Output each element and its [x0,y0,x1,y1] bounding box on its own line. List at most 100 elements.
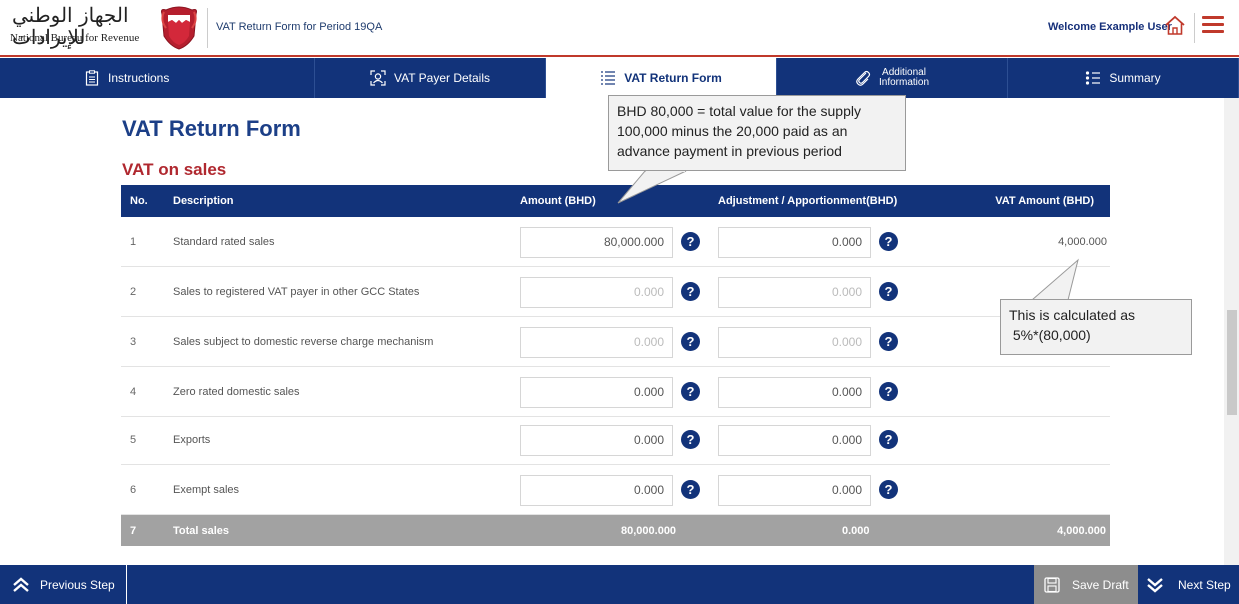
save-draft-button[interactable]: Save Draft [1034,565,1138,604]
tab-vat-return-form[interactable]: VAT Return Form [546,58,777,98]
amount-explanation-callout: BHD 80,000 = total value for the supply … [608,95,906,171]
table-row: 3 Sales subject to domestic reverse char… [121,317,1110,367]
total-vat-amount: 4,000.000 [1057,525,1106,537]
column-header-no: No. [130,195,148,207]
column-header-adjustment: Adjustment / Apportionment(BHD) [718,195,898,207]
callout-line: BHD 80,000 = total value for the supply [617,103,861,119]
adjustment-input[interactable]: 0.000 [718,475,871,506]
callout-line: This is calculated as [1009,307,1136,323]
total-row: 7 Total sales 80,000.000 0.000 4,000.000 [121,515,1110,546]
table-row: 6 Exempt sales 0.000 ? 0.000 ? [121,465,1110,515]
amount-help-icon[interactable]: ? [681,282,700,301]
floppy-disk-icon [1044,576,1060,593]
row-number: 6 [130,484,137,496]
double-chevron-down-icon [1147,577,1163,593]
bulleted-list-icon [1086,71,1101,85]
header-divider-right [1194,13,1195,43]
row-description: Sales subject to domestic reverse charge… [173,336,434,348]
amount-help-icon[interactable]: ? [681,232,700,251]
previous-step-button[interactable]: Previous Step [0,565,127,604]
tab-summary[interactable]: Summary [1008,58,1239,98]
table-row: 4 Zero rated domestic sales 0.000 ? 0.00… [121,367,1110,417]
document-list-icon [85,70,99,86]
adjustment-input[interactable]: 0.000 [718,327,871,358]
section-title: VAT on sales [122,160,227,179]
adjustment-input[interactable]: 0.000 [718,227,871,258]
tab-instructions-label: Instructions [108,71,170,85]
table-header: No. Description Amount (BHD) Adjustment … [121,185,1110,217]
page-heading: VAT Return Form for Period 19QA [216,21,383,33]
row-description: Sales to registered VAT payer in other G… [173,286,420,298]
tab-additional-label-line2: Information [878,77,930,88]
paperclip-icon [856,70,871,86]
row-number: 3 [130,336,137,348]
amount-input[interactable]: 0.000 [520,377,673,408]
tab-instructions[interactable]: Instructions [0,58,315,98]
header-divider [207,8,208,48]
next-step-label: Next Step [1178,577,1231,592]
tab-additional-information[interactable]: Additional Information [777,58,1008,98]
user-details-icon [370,70,386,86]
row-number: 1 [130,236,137,248]
column-header-description: Description [173,195,234,207]
amount-input[interactable]: 0.000 [520,475,673,506]
tab-vat-payer-details[interactable]: VAT Payer Details [315,58,546,98]
row-number: 5 [130,434,137,446]
welcome-text: Welcome Example User [1048,21,1172,33]
callout-line: 5%*(80,000) [1009,327,1091,343]
row-description: Standard rated sales [173,236,275,248]
table-row: 2 Sales to registered VAT payer in other… [121,267,1110,317]
tab-vat-payer-details-label: VAT Payer Details [393,71,491,85]
page-title: VAT Return Form [122,116,301,141]
footer-bar: Previous Step Save Draft Next Step [0,565,1239,604]
adjustment-help-icon[interactable]: ? [879,232,898,251]
previous-step-label: Previous Step [40,577,115,592]
next-step-button[interactable]: Next Step [1142,565,1239,604]
row-number: 4 [130,386,137,398]
amount-input[interactable]: 0.000 [520,277,673,308]
amount-help-icon[interactable]: ? [681,430,700,449]
row-description: Exempt sales [173,484,240,496]
callout-line: 100,000 minus the 20,000 paid as an [617,123,848,139]
column-header-amount: Amount (BHD) [520,195,596,207]
row-description: Zero rated domestic sales [173,386,300,398]
adjustment-help-icon[interactable]: ? [879,382,898,401]
save-draft-label: Save Draft [1072,577,1129,592]
amount-help-icon[interactable]: ? [681,480,700,499]
amount-input[interactable]: 80,000.000 [520,227,673,258]
list-icon [601,71,616,85]
amount-input[interactable]: 0.000 [520,327,673,358]
amount-help-icon[interactable]: ? [681,382,700,401]
amount-help-icon[interactable]: ? [681,332,700,351]
double-chevron-up-icon [13,576,29,592]
adjustment-help-icon[interactable]: ? [879,480,898,499]
adjustment-help-icon[interactable]: ? [879,332,898,351]
step-tabs: Instructions VAT Payer Details VAT Retur… [0,58,1239,98]
row-description: Exports [173,434,211,446]
table-row: 5 Exports 0.000 ? 0.000 ? [121,415,1110,465]
total-label: Total sales [173,525,230,537]
total-amount: 80,000.000 [621,525,677,537]
home-icon[interactable] [1163,14,1187,38]
bahrain-emblem-icon [161,6,197,50]
scrollbar-thumb[interactable] [1227,310,1237,415]
total-row-number: 7 [130,525,137,537]
adjustment-help-icon[interactable]: ? [879,430,898,449]
amount-input[interactable]: 0.000 [520,425,673,456]
adjustment-input[interactable]: 0.000 [718,377,871,408]
vat-amount-value: 4,000.000 [1058,236,1107,248]
table-row: 1 Standard rated sales 80,000.000 ? 0.00… [121,217,1110,267]
row-number: 2 [130,286,137,298]
column-header-vat-amount: VAT Amount (BHD) [995,195,1094,207]
tab-additional-information-label: Additional Information [879,68,929,88]
total-adjustment: 0.000 [842,525,870,537]
vat-explanation-callout: This is calculated as 5%*(80,000) [1000,299,1192,355]
hamburger-menu-icon[interactable] [1202,16,1224,36]
adjustment-help-icon[interactable]: ? [879,282,898,301]
callout-line: advance payment in previous period [617,143,842,159]
tab-summary-label: Summary [1109,71,1161,85]
logo-english-text: National Bureau for Revenue [10,32,140,44]
adjustment-input[interactable]: 0.000 [718,277,871,308]
tab-vat-return-form-label: VAT Return Form [624,71,722,85]
adjustment-input[interactable]: 0.000 [718,425,871,456]
